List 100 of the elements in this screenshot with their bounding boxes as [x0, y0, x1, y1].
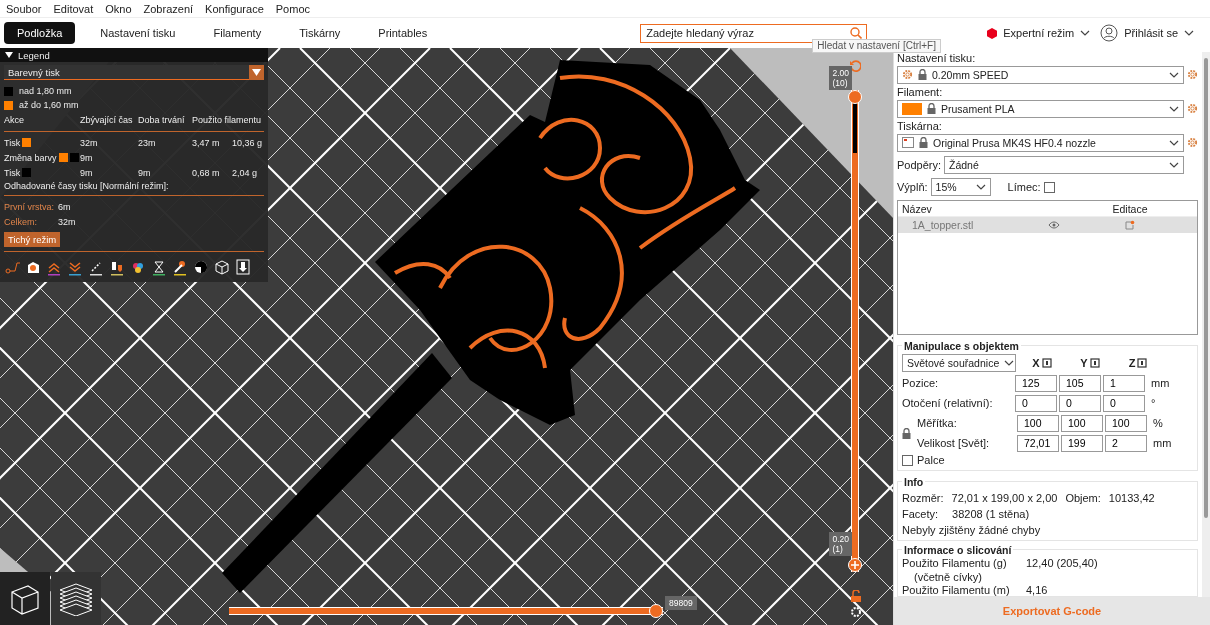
coordinates-dropdown[interactable]: Světové souřadnice: [902, 354, 1016, 372]
value-field[interactable]: 72,01: [1017, 434, 1059, 452]
estimate-title: Odhadované časy tisku [Normální režim]:: [4, 181, 170, 191]
slider-thumb[interactable]: [649, 604, 663, 618]
menu-item[interactable]: Pomoc: [275, 2, 311, 15]
layers-icon: [58, 581, 94, 616]
triangle-icon[interactable]: [5, 51, 13, 59]
value-field[interactable]: 0: [1059, 394, 1101, 412]
estimate-value: 32m: [58, 216, 76, 227]
chevron-down-icon: [1080, 30, 1091, 36]
menu-item[interactable]: Okno: [105, 2, 132, 15]
slider-thumb[interactable]: [848, 558, 862, 572]
preview-view-button[interactable]: [51, 572, 101, 625]
object-row[interactable]: 1A_topper.stl: [898, 217, 1197, 234]
brush-icon[interactable]: [172, 259, 188, 276]
preset-dropdown[interactable]: 0.20mm SPEED: [897, 65, 1184, 84]
value-field[interactable]: 199: [1061, 434, 1103, 452]
tab[interactable]: Nastavení tisku: [87, 22, 189, 44]
column-header: Akce: [4, 115, 25, 125]
value-field[interactable]: 1: [1103, 374, 1145, 392]
info-value: 10133,42: [1108, 492, 1155, 504]
3d-view-button[interactable]: [0, 572, 50, 625]
search-icon[interactable]: [850, 26, 863, 39]
value-field[interactable]: 100: [1017, 414, 1059, 432]
tab[interactable]: Podložka: [4, 22, 76, 44]
layer-value-label: 0.20 (1): [829, 532, 852, 556]
preset-dropdown[interactable]: Original Prusa MK4S HF0.4 nozzle: [897, 133, 1184, 152]
value-field[interactable]: 0: [1015, 394, 1057, 412]
preset-label: Tiskárna:: [897, 119, 943, 132]
value-field[interactable]: 100: [1061, 414, 1103, 432]
plus-icon: [851, 561, 859, 569]
supports-dropdown[interactable]: Žádné: [944, 156, 1184, 175]
supports-label: Podpěry:: [897, 159, 942, 172]
infill-dropdown[interactable]: 15%: [930, 178, 991, 197]
printer-icon: [902, 137, 914, 149]
column-header: Název: [901, 202, 933, 215]
table-cell-text: 3,47 m: [192, 137, 221, 148]
menu-item[interactable]: Konfigurace: [205, 2, 264, 15]
axis-box-icon: [1041, 358, 1052, 368]
table-cell-text: 32m: [80, 137, 99, 148]
shell-icon[interactable]: [25, 259, 41, 276]
move-slider-track[interactable]: [229, 604, 663, 618]
field-label: Pozice:: [902, 377, 940, 389]
info-value: 38208 (1 stěna): [952, 508, 1030, 520]
section-title: Info: [902, 476, 926, 488]
login-button[interactable]: Přihlásit se: [1100, 24, 1194, 42]
inches-label: Palce: [917, 454, 945, 466]
column-header: Zbývající čas: [80, 115, 134, 125]
tab[interactable]: Tiskárny: [286, 22, 354, 44]
chevron-down-icon: [1169, 162, 1179, 169]
stat-label: Použito Filamentu (m): [902, 584, 1010, 596]
undo-icon[interactable]: [849, 60, 861, 72]
menu-item[interactable]: Soubor: [6, 2, 42, 15]
field-label: Velikost [Svět]:: [917, 437, 991, 449]
value-field[interactable]: 0: [1103, 394, 1145, 412]
legend-title: Legend: [18, 49, 50, 61]
value-field[interactable]: 105: [1059, 374, 1101, 392]
table-cell-text: 0,68 m: [192, 167, 221, 178]
slider-thumb[interactable]: [848, 90, 862, 104]
chevron-down-icon: [1169, 139, 1179, 146]
info-message: Nebyly zjištěny žádné chyby: [902, 524, 1042, 536]
unlocked-lock-icon[interactable]: [851, 590, 861, 602]
tab[interactable]: Printables: [365, 22, 441, 44]
info-label: Facety:: [902, 508, 939, 520]
field-label: Otočení (relativní):: [902, 397, 994, 409]
route-icon[interactable]: [4, 259, 20, 276]
tab[interactable]: Filamenty: [200, 22, 275, 44]
table-cell-text: 10,36 g: [232, 137, 264, 148]
axis-label: Y: [1080, 357, 1088, 369]
wireframe-cube-icon[interactable]: [214, 259, 230, 276]
chevrons-down-icon[interactable]: [67, 259, 83, 276]
table-cell-text: 9m: [80, 167, 94, 178]
mode-dropdown[interactable]: Expertní režim: [987, 27, 1091, 39]
value-field[interactable]: 125: [1015, 374, 1057, 392]
view-type-dropdown[interactable]: Barevný tisk: [4, 65, 264, 80]
value-field[interactable]: 2: [1105, 434, 1147, 452]
brim-checkbox[interactable]: [1043, 181, 1055, 193]
value-field[interactable]: 100: [1105, 414, 1147, 432]
info-value: 72,01 x 199,00 x 2,00: [951, 492, 1058, 504]
silent-mode-button[interactable]: Tichý režim: [4, 232, 61, 247]
inches-checkbox[interactable]: [902, 454, 913, 466]
estimate-label: Celkem:: [4, 216, 38, 227]
preset-label: Nastavení tisku:: [897, 52, 977, 64]
lock-icon: [919, 137, 928, 149]
hourglass-icon[interactable]: [151, 259, 167, 276]
unit-label: mm: [1151, 377, 1170, 389]
menu-item[interactable]: Zobrazení: [143, 2, 194, 15]
menu-item[interactable]: Editovat: [53, 2, 94, 15]
tool-change-icon[interactable]: [109, 259, 125, 276]
eye-icon[interactable]: [1048, 221, 1060, 230]
table-cell-text: 2,04 g: [232, 167, 259, 178]
dashed-line-icon[interactable]: [88, 259, 104, 276]
column-header: Doba trvání: [138, 115, 186, 125]
axis-box-icon: [1089, 358, 1100, 368]
lock-icon: [902, 427, 911, 439]
brim-label: Límec:: [1007, 181, 1041, 194]
chevron-down-icon: [1169, 71, 1179, 78]
checker-circle-icon[interactable]: [193, 259, 209, 276]
preset-dropdown[interactable]: Prusament PLA: [897, 99, 1184, 118]
section-title: Informace o slicování: [902, 544, 1014, 556]
